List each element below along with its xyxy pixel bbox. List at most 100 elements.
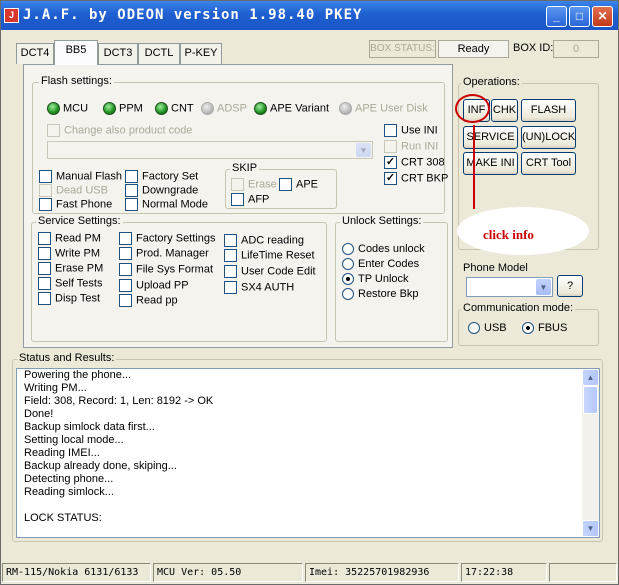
factory-settings-checkbox[interactable]: Factory Settings — [119, 232, 215, 246]
chk-button[interactable]: CHK — [491, 99, 518, 122]
manual-flash-checkbox[interactable]: Manual Flash — [39, 170, 122, 184]
tab-dct4[interactable]: DCT4 — [16, 43, 54, 64]
disp-test-checkbox[interactable]: Disp Test — [38, 292, 100, 306]
status-results-log[interactable]: Powering the phone... Writing PM... Fiel… — [16, 368, 600, 538]
operations-label: Operations: — [461, 76, 522, 88]
fast-phone-label: Fast Phone — [56, 198, 113, 211]
annotation-arrow — [473, 125, 475, 209]
upload-pp-checkbox[interactable]: Upload PP — [119, 279, 189, 293]
led-ape-user-disk-label: APE User Disk — [355, 102, 428, 115]
usb-radio[interactable]: USB — [468, 322, 507, 336]
phone-model-label: Phone Model — [463, 262, 528, 271]
chevron-down-icon: ▼ — [536, 279, 551, 295]
box-id-label: BOX ID: — [513, 42, 554, 54]
factory-set-label: Factory Set — [142, 170, 199, 183]
log-scrollbar[interactable]: ▲ ▼ — [582, 369, 599, 537]
led-off-icon — [201, 102, 214, 115]
fbus-radio[interactable]: FBUS — [522, 322, 567, 336]
enter-codes-radio[interactable]: Enter Codes — [342, 258, 419, 272]
use-ini-checkbox[interactable]: Use INI — [384, 124, 438, 138]
make-ini-button[interactable]: MAKE INI — [463, 152, 518, 175]
scroll-thumb[interactable] — [583, 386, 598, 414]
tab-dctl[interactable]: DCTL — [138, 43, 180, 64]
tab-dct3[interactable]: DCT3 — [98, 43, 138, 64]
led-ape-variant-label: APE Variant — [270, 102, 330, 115]
skip-afp-checkbox[interactable]: AFP — [231, 193, 269, 207]
skip-erase-checkbox[interactable]: Erase — [231, 178, 277, 192]
annotation-circle — [455, 94, 490, 123]
change-product-code-checkbox[interactable]: Change also product code — [47, 124, 192, 138]
box-id-field[interactable]: 0 — [553, 40, 599, 58]
flash-button[interactable]: FLASH — [521, 99, 576, 122]
phone-model-dropdown[interactable]: ▼ — [466, 277, 553, 297]
led-ape-user-disk[interactable]: APE User Disk — [339, 102, 428, 116]
led-ape-variant[interactable]: APE Variant — [254, 102, 329, 116]
read-pm-checkbox[interactable]: Read PM — [38, 232, 101, 246]
self-tests-checkbox[interactable]: Self Tests — [38, 277, 103, 291]
tab-p-key[interactable]: P-KEY — [180, 43, 222, 64]
led-ppm[interactable]: PPM — [103, 102, 143, 116]
unlock-button[interactable]: (UN)LOCK — [521, 126, 576, 149]
phone-model-help-button[interactable]: ? — [557, 275, 583, 297]
box-status-value: Ready — [438, 40, 509, 58]
read-pp-checkbox[interactable]: Read pp — [119, 294, 178, 308]
log-line: Detecting phone... — [24, 473, 114, 485]
led-adsp[interactable]: ADSP — [201, 102, 247, 116]
adc-reading-label: ADC reading — [241, 234, 304, 247]
crt-tool-button[interactable]: CRT Tool — [521, 152, 576, 175]
codes-unlock-label: Codes unlock — [358, 243, 425, 255]
prod-manager-checkbox[interactable]: Prod. Manager — [119, 247, 209, 261]
chevron-down-icon: ▼ — [356, 143, 371, 157]
adc-reading-checkbox[interactable]: ADC reading — [224, 234, 304, 248]
crt-308-checkbox[interactable]: ✓ CRT 308 — [384, 156, 445, 170]
factory-set-checkbox[interactable]: Factory Set — [125, 170, 198, 184]
unlock-settings-label: Unlock Settings: — [340, 215, 424, 227]
service-button[interactable]: SERVICE — [463, 126, 518, 149]
erase-pm-checkbox[interactable]: Erase PM — [38, 262, 103, 276]
factory-settings-label: Factory Settings — [136, 232, 216, 245]
downgrade-label: Downgrade — [142, 184, 199, 197]
log-line: Backup simlock data first... — [24, 421, 155, 433]
product-code-dropdown[interactable]: ▼ — [47, 141, 373, 159]
log-line: Backup already done, skiping... — [24, 460, 177, 472]
led-cnt[interactable]: CNT — [155, 102, 194, 116]
skip-ape-checkbox[interactable]: APE — [279, 178, 318, 192]
log-line: Powering the phone... — [24, 369, 132, 381]
write-pm-checkbox[interactable]: Write PM — [38, 247, 100, 261]
close-button[interactable]: ✕ — [592, 6, 613, 27]
flash-settings-label: Flash settings: — [39, 75, 114, 87]
read-pm-label: Read PM — [55, 232, 101, 245]
communication-label: Communication mode: — [461, 302, 576, 314]
codes-unlock-radio[interactable]: Codes unlock — [342, 243, 425, 257]
file-sys-format-checkbox[interactable]: File Sys Format — [119, 263, 213, 277]
use-ini-label: Use INI — [401, 124, 438, 137]
read-pp-label: Read pp — [136, 294, 178, 307]
flash-settings-group: Flash settings: MCU PPM CNT ADSP APE Var… — [32, 75, 448, 214]
disp-test-label: Disp Test — [55, 292, 101, 305]
prod-manager-label: Prod. Manager — [136, 247, 209, 260]
crt-bkp-checkbox[interactable]: ✓ CRT BKP — [384, 172, 448, 186]
led-on-icon — [155, 102, 168, 115]
normal-mode-checkbox[interactable]: Normal Mode — [125, 198, 208, 212]
statusbar-mcu: MCU Ver: 05.50 — [153, 563, 303, 582]
upload-pp-label: Upload PP — [136, 279, 189, 292]
led-mcu[interactable]: MCU — [47, 102, 88, 116]
tab-bb5[interactable]: BB5 — [54, 40, 98, 65]
user-code-edit-checkbox[interactable]: User Code Edit — [224, 265, 316, 279]
crt-308-label: CRT 308 — [401, 156, 445, 169]
scroll-up-icon[interactable]: ▲ — [582, 369, 599, 386]
minimize-button[interactable]: _ — [546, 6, 567, 27]
led-ppm-label: PPM — [119, 102, 143, 115]
fast-phone-checkbox[interactable]: Fast Phone — [39, 198, 112, 212]
skip-ape-label: APE — [296, 178, 319, 191]
tp-unlock-radio[interactable]: TP Unlock — [342, 273, 409, 287]
title-bar: J J.A.F. by ODEON version 1.98.40 PKEY _… — [1, 1, 618, 30]
scroll-down-icon[interactable]: ▼ — [582, 520, 599, 537]
maximize-button[interactable]: □ — [569, 6, 590, 27]
restore-bkp-radio[interactable]: Restore Bkp — [342, 288, 419, 302]
run-ini-checkbox[interactable]: Run INI — [384, 140, 438, 154]
downgrade-checkbox[interactable]: Downgrade — [125, 184, 198, 198]
dead-usb-checkbox[interactable]: Dead USB — [39, 184, 108, 198]
lifetime-reset-checkbox[interactable]: LifeTime Reset — [224, 249, 315, 263]
sx4-auth-checkbox[interactable]: SX4 AUTH — [224, 281, 294, 295]
